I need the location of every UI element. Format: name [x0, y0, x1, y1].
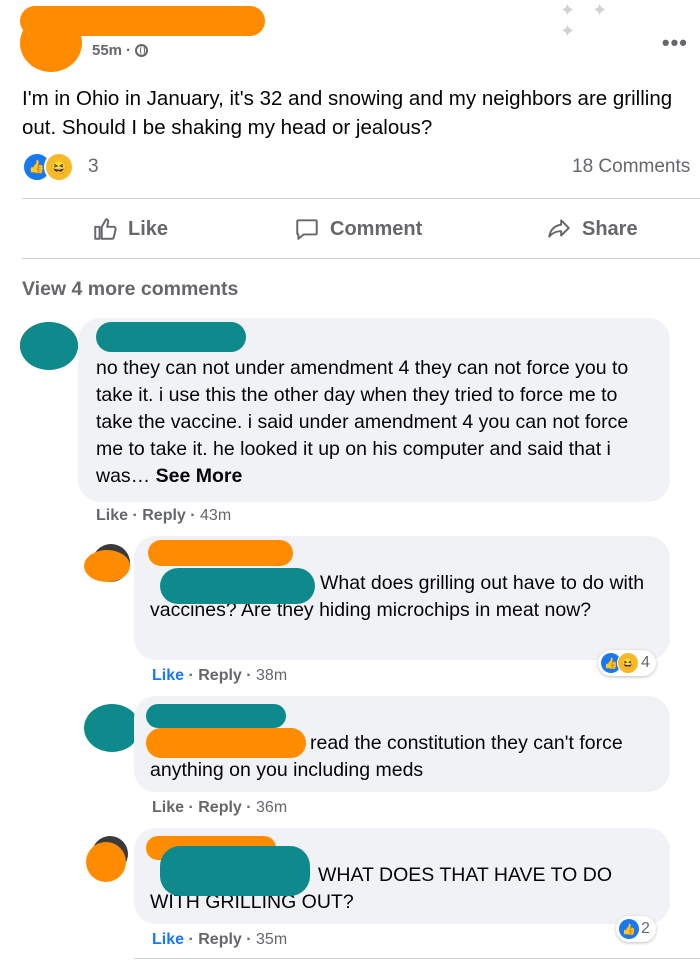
reply-name-redacted[interactable]: [160, 568, 315, 604]
reply-body-first-line: read the constitution they can't: [310, 732, 574, 754]
comment-button-label: Comment: [330, 217, 423, 240]
reply-like-link[interactable]: Like: [152, 931, 184, 948]
reply-body-first-line: WHAT DOES THAT HAVE TO: [318, 864, 578, 886]
reply-actions: Like · Reply · 36m: [152, 799, 288, 816]
post-author-name-redacted[interactable]: [20, 6, 265, 36]
post-timestamp[interactable]: 55m: [92, 42, 122, 59]
share-button-label: Share: [582, 217, 638, 240]
reply-actions: Like · Reply · 35m: [152, 931, 288, 948]
reply-name-redacted[interactable]: [146, 728, 306, 758]
reply-timestamp[interactable]: 38m: [256, 667, 287, 684]
commenter-avatar-redacted[interactable]: [20, 322, 78, 370]
reply-name-redacted[interactable]: [160, 846, 310, 896]
divider: [22, 198, 700, 199]
commenter-name-redacted[interactable]: [96, 322, 246, 352]
reply-reactions[interactable]: 👍 2: [616, 916, 656, 942]
reply-reply-link[interactable]: Reply: [198, 799, 242, 816]
view-more-comments-link[interactable]: View 4 more comments: [22, 278, 238, 301]
comment-reply-link[interactable]: Reply: [142, 507, 186, 524]
like-button-label: Like: [128, 217, 169, 240]
reply-reply-link[interactable]: Reply: [198, 667, 242, 684]
reply-like-link[interactable]: Like: [152, 667, 184, 684]
thumbs-up-icon: [94, 218, 117, 240]
reply-avatar-redacted[interactable]: [86, 842, 126, 882]
share-button[interactable]: Share: [546, 216, 638, 242]
reply-timestamp[interactable]: 36m: [256, 799, 287, 816]
reply-reaction-count: 2: [641, 920, 650, 937]
haha-reaction-icon: 😆: [617, 652, 639, 674]
comment-bubble-icon: [296, 219, 318, 240]
reply-body-first-line: What does grilling out have to do: [320, 572, 605, 594]
comment-actions: Like · Reply · 43m: [96, 507, 232, 524]
like-reaction-icon: 👍: [619, 919, 639, 939]
divider: [22, 258, 700, 259]
reply-actions: Like · Reply · 38m: [152, 667, 288, 684]
reply-avatar-redacted[interactable]: [84, 550, 130, 582]
reply-reply-link[interactable]: Reply: [198, 931, 242, 948]
reply-timestamp[interactable]: 35m: [256, 931, 287, 948]
comment-count[interactable]: 18 Comments: [572, 156, 690, 178]
reply-like-link[interactable]: Like: [152, 799, 184, 816]
meta-separator: ·: [126, 42, 132, 59]
reply-reactions[interactable]: 👍 😆 4: [598, 650, 656, 676]
comment-text: no they can not under amendment 4 they c…: [96, 355, 656, 490]
haha-reaction-icon: 😆: [44, 152, 74, 182]
see-more-link[interactable]: See More: [156, 465, 243, 487]
reaction-count[interactable]: 3: [88, 156, 99, 178]
reply-name-redacted[interactable]: [148, 540, 293, 566]
share-arrow-icon: [548, 219, 570, 238]
comment-like-link[interactable]: Like: [96, 507, 128, 524]
like-button[interactable]: Like: [92, 216, 168, 242]
divider: [134, 958, 700, 959]
post-reactions-row[interactable]: 👍 😆 3 18 Comments: [22, 152, 700, 182]
reply-reaction-count: 4: [641, 654, 650, 671]
comment-timestamp[interactable]: 43m: [200, 507, 231, 524]
post-meta: 55m ·: [92, 42, 149, 59]
header-icons: ✦ ✦ ✦: [560, 0, 614, 41]
reply-avatar-redacted[interactable]: [84, 704, 140, 752]
post-body-text: I'm in Ohio in January, it's 32 and snow…: [22, 87, 673, 139]
globe-icon: [135, 44, 149, 57]
more-options-icon[interactable]: •••: [662, 30, 688, 56]
comment-button[interactable]: Comment: [294, 216, 422, 242]
reply-name-redacted[interactable]: [146, 704, 286, 728]
